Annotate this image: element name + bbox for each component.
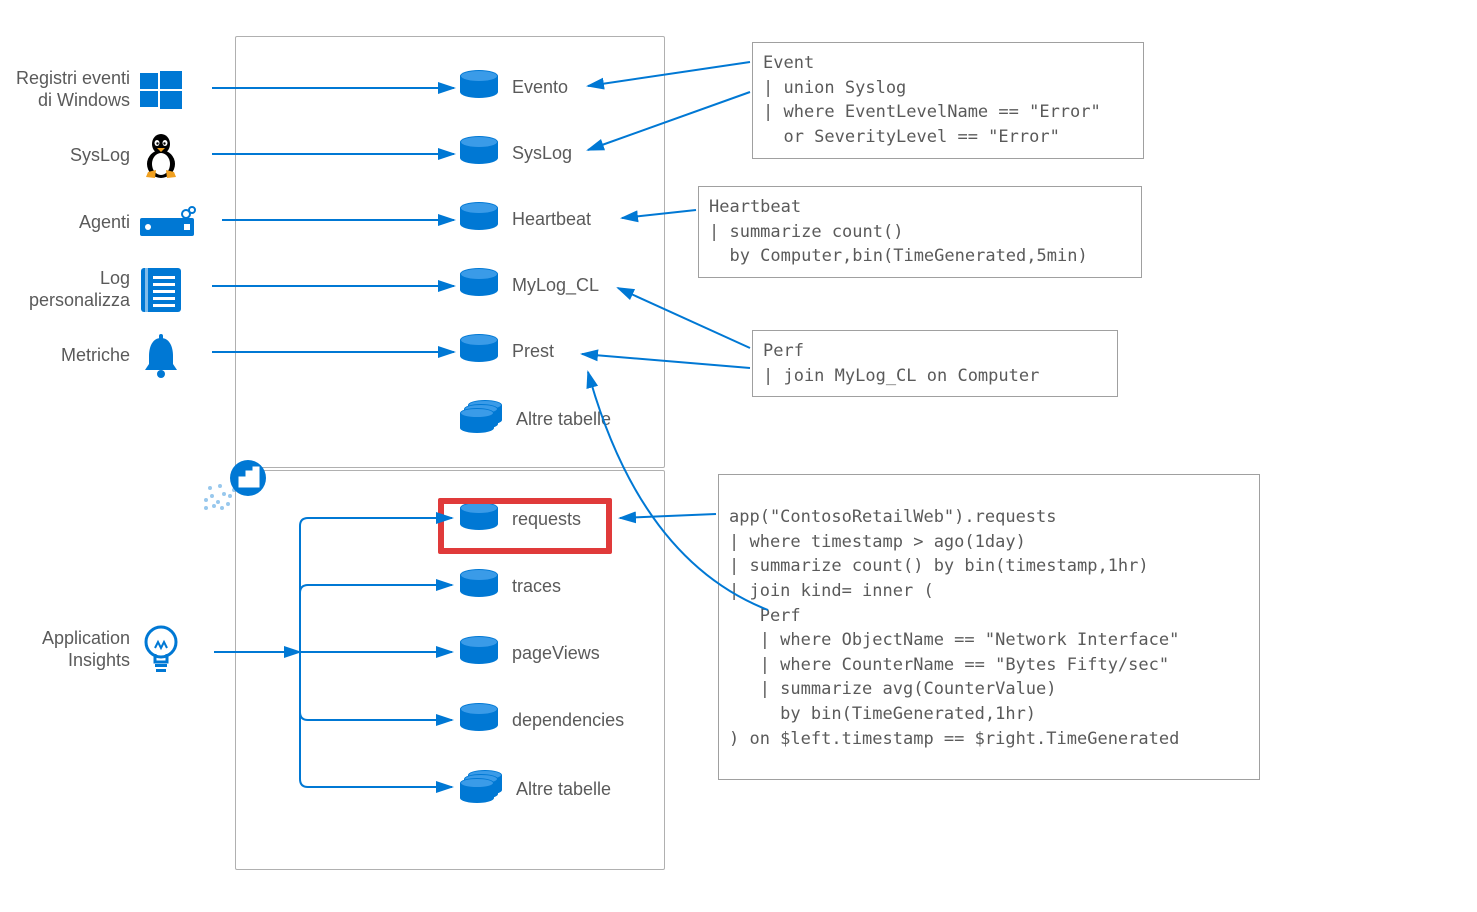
- table-pageviews: pageViews: [460, 636, 600, 670]
- cylinder-icon: [460, 268, 498, 302]
- source-label: Agenti: [10, 212, 130, 234]
- multi-cylinder-icon: [460, 770, 502, 808]
- windows-icon: [140, 69, 182, 111]
- table-other2: Altre tabelle: [460, 770, 611, 808]
- table-traces: traces: [460, 569, 561, 603]
- code-box-app: app("ContosoRetailWeb").requests | where…: [718, 474, 1260, 780]
- table-label: Altre tabelle: [516, 779, 611, 800]
- source-label: SysLog: [10, 145, 130, 167]
- log-analytics-icon: [198, 456, 276, 521]
- table-label: Heartbeat: [512, 209, 591, 230]
- cylinder-icon: [460, 136, 498, 170]
- source-agents: Agenti: [10, 202, 198, 244]
- source-label: Registri eventi di Windows: [10, 68, 130, 111]
- table-mylog: MyLog_CL: [460, 268, 599, 302]
- table-label: pageViews: [512, 643, 600, 664]
- server-icon: [140, 202, 198, 244]
- table-label: Evento: [512, 77, 568, 98]
- bulb-icon: [140, 629, 182, 671]
- table-event: Evento: [460, 70, 568, 104]
- source-app-insights: Application Insights: [10, 628, 182, 671]
- cylinder-icon: [460, 636, 498, 670]
- table-other1: Altre tabelle: [460, 400, 611, 438]
- multi-cylinder-icon: [460, 400, 502, 438]
- table-perf: Prest: [460, 334, 554, 368]
- code-box-heartbeat: Heartbeat | summarize count() by Compute…: [698, 186, 1142, 278]
- cylinder-icon: [460, 70, 498, 104]
- highlight-requests: [438, 498, 612, 554]
- table-label: traces: [512, 576, 561, 597]
- table-dependencies: dependencies: [460, 703, 624, 737]
- bell-icon: [140, 335, 182, 377]
- table-label: dependencies: [512, 710, 624, 731]
- cylinder-icon: [460, 202, 498, 236]
- cylinder-icon: [460, 569, 498, 603]
- table-heartbeat: Heartbeat: [460, 202, 591, 236]
- source-label: Log personalizza: [10, 268, 130, 311]
- cylinder-icon: [460, 334, 498, 368]
- cylinder-icon: [460, 703, 498, 737]
- source-windows-logs: Registri eventi di Windows: [10, 68, 182, 111]
- source-custom-logs: Log personalizza: [10, 268, 182, 311]
- table-syslogt: SysLog: [460, 136, 572, 170]
- source-metrics: Metriche: [10, 335, 182, 377]
- source-label: Metriche: [10, 345, 130, 367]
- table-label: Prest: [512, 341, 554, 362]
- table-label: SysLog: [512, 143, 572, 164]
- table-label: MyLog_CL: [512, 275, 599, 296]
- list-icon: [140, 269, 182, 311]
- source-label: Application Insights: [10, 628, 130, 671]
- source-syslog: SysLog: [10, 135, 182, 177]
- code-box-perf: Perf | join MyLog_CL on Computer: [752, 330, 1118, 397]
- linux-icon: [140, 135, 182, 177]
- code-box-event: Event | union Syslog | where EventLevelN…: [752, 42, 1144, 159]
- table-label: Altre tabelle: [516, 409, 611, 430]
